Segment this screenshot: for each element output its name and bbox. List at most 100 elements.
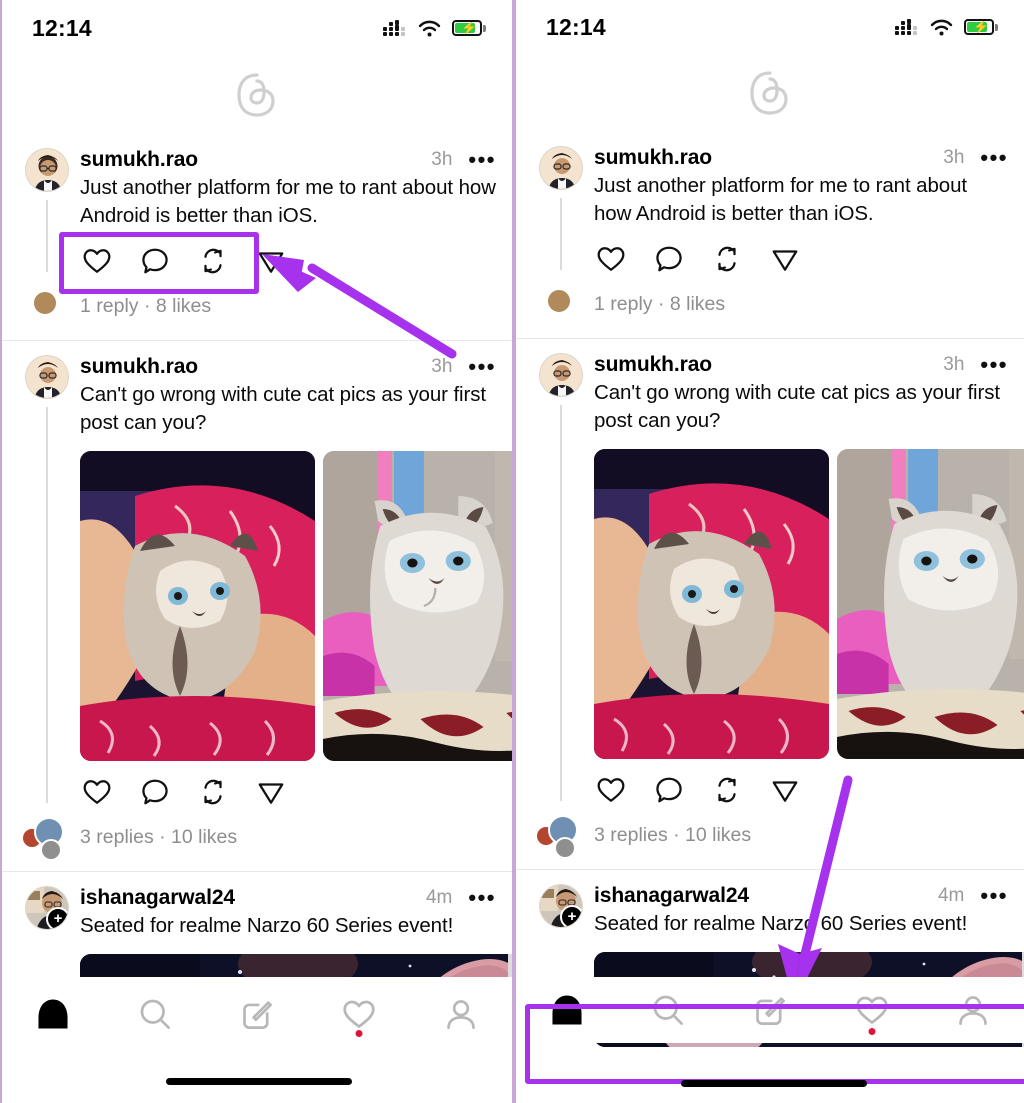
post-text: Seated for realme Narzo 60 Series event! [594, 912, 968, 935]
threads-logo [234, 71, 280, 119]
post-header: sumukh.rao 3h ••• [594, 146, 1008, 170]
post-header: sumukh.rao 3h ••• [80, 355, 496, 379]
comment-icon[interactable] [140, 246, 170, 276]
repost-icon[interactable] [198, 777, 228, 807]
compose-icon [243, 1001, 272, 1029]
post[interactable]: sumukh.rao 3h ••• Just another platform … [516, 132, 1024, 339]
post-header: sumukh.rao 3h ••• [80, 148, 496, 172]
post-username[interactable]: sumukh.rao [80, 355, 198, 379]
avatar[interactable] [25, 355, 69, 399]
left-phone-panel: 12:14 ⚡ sumukh.rao 3h ••• Just another p… [0, 0, 514, 1103]
post-meta-text[interactable]: 1 reply · 8 likes [590, 293, 725, 316]
nav-item-profile[interactable] [410, 977, 512, 1051]
post[interactable]: sumukh.rao 3h ••• Just another platform … [2, 134, 512, 341]
more-options-icon[interactable]: ••• [468, 149, 496, 171]
heart-icon[interactable] [596, 244, 626, 274]
nav-item-search[interactable] [104, 977, 206, 1051]
nav-item-compose[interactable] [206, 977, 308, 1051]
status-bar: 12:14 ⚡ [516, 0, 1024, 54]
comment-icon[interactable] [654, 244, 684, 274]
share-icon[interactable] [256, 777, 286, 807]
post-header: ishanagarwal24 4m ••• [594, 884, 1008, 908]
reply-avatars [532, 284, 590, 324]
post-username[interactable]: sumukh.rao [594, 353, 712, 377]
avatar[interactable] [539, 146, 583, 190]
repost-icon[interactable] [198, 246, 228, 276]
avatar[interactable]: + [539, 884, 583, 928]
search-icon [653, 995, 684, 1025]
post[interactable]: sumukh.rao 3h ••• Can't go wrong with cu… [516, 339, 1024, 870]
kitten-on-carpet-photo[interactable] [323, 451, 512, 761]
post-text: Can't go wrong with cute cat pics as you… [80, 383, 486, 434]
profile-icon [959, 996, 987, 1025]
status-icons: ⚡ [895, 18, 998, 36]
post-username[interactable]: ishanagarwal24 [80, 886, 235, 910]
threads-logo [747, 69, 793, 117]
post-timestamp: 3h [943, 354, 965, 375]
post-meta-text[interactable]: 3 replies · 10 likes [590, 824, 751, 847]
heart-icon [343, 1000, 375, 1028]
reply-avatars [18, 817, 76, 861]
kitten-in-hands-photo[interactable] [594, 449, 829, 759]
post-meta[interactable]: 1 reply · 8 likes [516, 284, 1024, 338]
post-meta[interactable]: 1 reply · 8 likes [2, 286, 512, 340]
kitten-on-carpet-photo[interactable] [837, 449, 1024, 759]
more-options-icon[interactable]: ••• [980, 885, 1008, 907]
share-icon[interactable] [770, 775, 800, 805]
share-icon[interactable] [256, 246, 286, 276]
post-meta-text[interactable]: 3 replies · 10 likes [76, 826, 237, 849]
share-icon[interactable] [770, 244, 800, 274]
avatar-column [18, 355, 76, 807]
add-profile-badge-icon[interactable]: + [560, 905, 582, 927]
thread-line [46, 407, 48, 803]
reply-avatar [32, 290, 58, 316]
right-phone-panel: 12:14 ⚡ sumukh.rao 3h ••• Just another p… [514, 0, 1024, 1103]
nav-item-compose[interactable] [719, 977, 821, 1043]
post-actions [594, 244, 1008, 274]
post-username[interactable]: sumukh.rao [594, 146, 712, 170]
avatar[interactable] [539, 353, 583, 397]
heart-icon[interactable] [596, 775, 626, 805]
nav-item-activity[interactable] [308, 977, 410, 1051]
post-timestamp: 3h [431, 149, 453, 170]
more-options-icon[interactable]: ••• [468, 887, 496, 909]
post[interactable]: sumukh.rao 3h ••• Can't go wrong with cu… [2, 341, 512, 872]
reply-avatar [546, 288, 572, 314]
heart-icon[interactable] [82, 246, 112, 276]
post-meta-text[interactable]: 1 reply · 8 likes [76, 295, 211, 318]
post-header: ishanagarwal24 4m ••• [80, 886, 496, 910]
post-username[interactable]: sumukh.rao [80, 148, 198, 172]
avatar[interactable] [25, 148, 69, 192]
post-meta[interactable]: 3 replies · 10 likes [516, 815, 1024, 869]
heart-icon[interactable] [82, 777, 112, 807]
nav-item-search[interactable] [618, 977, 720, 1043]
more-options-icon[interactable]: ••• [980, 147, 1008, 169]
comment-icon[interactable] [140, 777, 170, 807]
home-indicator [166, 1078, 352, 1085]
post-username[interactable]: ishanagarwal24 [594, 884, 749, 908]
more-options-icon[interactable]: ••• [980, 354, 1008, 376]
wifi-icon [418, 20, 441, 37]
post-timestamp: 4m [937, 885, 965, 906]
signal-icon [895, 18, 919, 36]
avatar-column [532, 146, 590, 274]
kitten-in-hands-photo[interactable] [80, 451, 315, 761]
nav-item-home[interactable] [2, 977, 104, 1051]
add-profile-badge-icon[interactable]: + [46, 907, 68, 929]
nav-item-activity[interactable] [821, 977, 923, 1043]
home-indicator [681, 1080, 867, 1087]
avatar[interactable]: + [25, 886, 69, 930]
nav-item-profile[interactable] [922, 977, 1024, 1043]
app-header [516, 54, 1024, 132]
repost-icon[interactable] [712, 775, 742, 805]
post-actions [80, 777, 496, 807]
comment-icon[interactable] [654, 775, 684, 805]
post-meta[interactable]: 3 replies · 10 likes [2, 817, 512, 871]
nav-item-home[interactable] [516, 977, 618, 1043]
compose-icon [756, 997, 785, 1025]
more-options-icon[interactable]: ••• [468, 356, 496, 378]
activity-notification-dot [868, 1028, 876, 1035]
repost-icon[interactable] [712, 244, 742, 274]
home-icon [552, 995, 582, 1025]
app-header [2, 56, 512, 134]
